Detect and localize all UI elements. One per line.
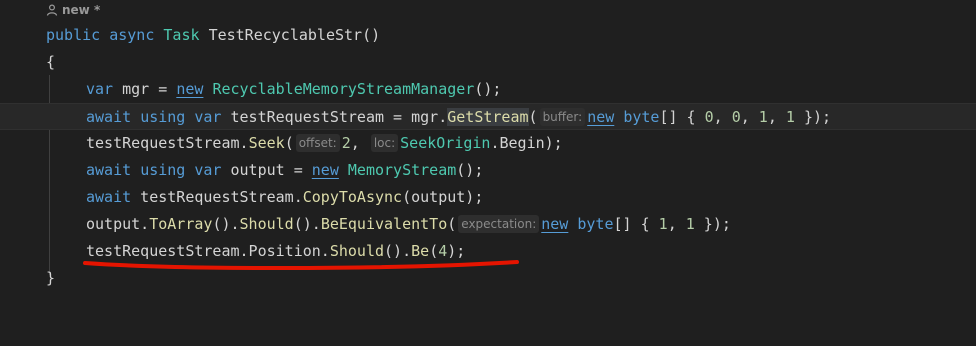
token-method: BeEquivalentTo xyxy=(320,215,448,233)
token-text: output. xyxy=(86,215,150,233)
token-method: CopyToAsync xyxy=(302,188,403,206)
token-type: Task xyxy=(163,26,200,44)
token-method-highlighted: GetStream xyxy=(447,108,529,126)
token-number: 2 xyxy=(341,134,351,152)
code-line-1[interactable]: var mgr = new RecyclableMemoryStreamMana… xyxy=(0,76,976,103)
token-keyword: byte xyxy=(623,108,660,126)
code-line-2[interactable]: await using var testRequestStream = mgr.… xyxy=(0,103,976,130)
token-text: , xyxy=(767,108,786,126)
token-text: ( xyxy=(447,215,457,233)
person-icon xyxy=(46,4,58,16)
token-keyword: var xyxy=(194,161,222,179)
code-line-close-brace[interactable]: } xyxy=(0,265,976,292)
token-text: (output); xyxy=(402,188,484,206)
token-text: (). xyxy=(212,215,240,233)
token-brace: } xyxy=(46,269,56,287)
inlay-hint-parameter: buffer: xyxy=(539,108,586,126)
token-text: .Begin); xyxy=(490,134,563,152)
token-text: output = xyxy=(221,161,312,179)
code-line-5[interactable]: await testRequestStream.CopyToAsync(outp… xyxy=(0,184,976,211)
token-number: 1 xyxy=(758,108,768,126)
token-number: 1 xyxy=(658,215,668,233)
token-brace: { xyxy=(46,53,56,71)
token-text: , xyxy=(713,108,732,126)
token-text: ( xyxy=(528,108,538,126)
inlay-hint-parameter: loc: xyxy=(370,134,399,152)
token-keyword-new: new xyxy=(541,215,569,233)
code-line-3[interactable]: testRequestStream.Seek(offset: 2, loc: See… xyxy=(0,130,976,157)
token-keyword: await xyxy=(86,108,132,126)
token-number: 0 xyxy=(704,108,714,126)
token-method: Seek xyxy=(248,134,285,152)
token-method: Should xyxy=(239,215,294,233)
code-editor[interactable]: new * public async Task TestRecyclableSt… xyxy=(0,0,976,287)
token-keyword: public xyxy=(46,26,101,44)
token-method-name: TestRecyclableStr() xyxy=(208,26,381,44)
inlay-hint-parameter: expectation: xyxy=(458,215,540,233)
token-type: RecyclableMemoryStreamManager xyxy=(212,80,475,98)
token-keyword-new: new xyxy=(311,161,339,179)
token-keyword: using xyxy=(140,108,186,126)
token-keyword: await xyxy=(86,188,132,206)
token-text: ( xyxy=(284,134,294,152)
token-text: testRequestStream. xyxy=(131,188,303,206)
token-text: , xyxy=(350,134,369,152)
token-text: , xyxy=(740,108,759,126)
token-keyword: using xyxy=(140,161,186,179)
token-method: ToArray xyxy=(149,215,213,233)
token-number: 1 xyxy=(785,108,795,126)
code-line-open-brace[interactable]: { xyxy=(0,49,976,76)
codelens-author[interactable]: new * xyxy=(46,1,100,19)
token-number: 1 xyxy=(685,215,695,233)
token-keyword-new: new xyxy=(587,108,615,126)
token-keyword: byte xyxy=(577,215,614,233)
token-text: testRequestStream = mgr. xyxy=(221,108,448,126)
token-text: (). xyxy=(293,215,321,233)
token-type: SeekOrigin xyxy=(400,134,491,152)
token-keyword: await xyxy=(86,161,132,179)
token-keyword-new: new xyxy=(176,80,204,98)
token-text: }); xyxy=(794,108,832,126)
token-text: }); xyxy=(694,215,731,233)
codelens-label: new * xyxy=(62,3,101,17)
token-text: (); xyxy=(474,80,502,98)
token-text: [] { xyxy=(659,108,705,126)
token-text: [] { xyxy=(613,215,659,233)
token-text: testRequestStream. xyxy=(86,134,249,152)
token-number: 0 xyxy=(731,108,741,126)
code-line-signature[interactable]: public async Task TestRecyclableStr() xyxy=(0,22,976,49)
token-keyword: async xyxy=(109,26,155,44)
token-keyword: var xyxy=(194,108,222,126)
token-type: MemoryStream xyxy=(347,161,457,179)
code-line-6[interactable]: output.ToArray().Should().BeEquivalentTo… xyxy=(0,211,976,238)
token-text: (); xyxy=(456,161,484,179)
token-text: mgr = xyxy=(113,80,177,98)
token-keyword: var xyxy=(86,80,114,98)
inlay-hint-parameter: offset: xyxy=(295,134,340,152)
token-text: , xyxy=(667,215,686,233)
code-line-4[interactable]: await using var output = new MemoryStrea… xyxy=(0,157,976,184)
